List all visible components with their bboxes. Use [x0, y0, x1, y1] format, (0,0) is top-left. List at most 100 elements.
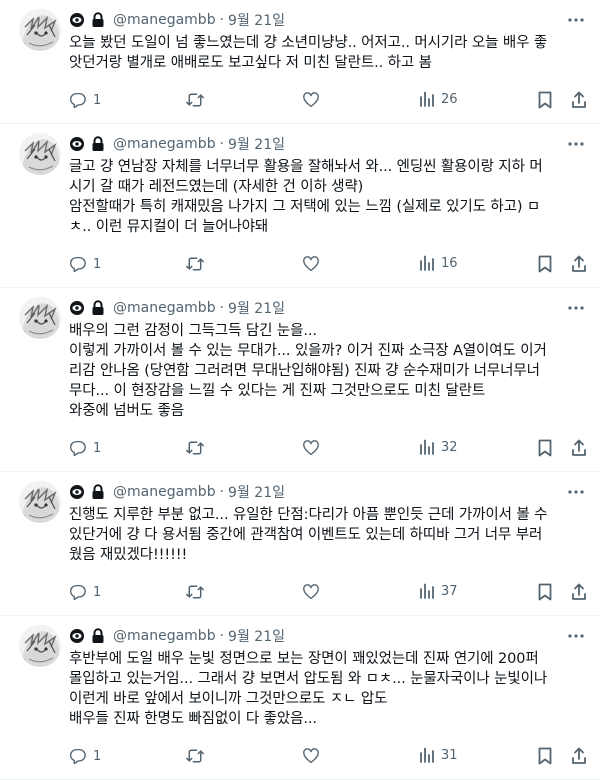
avatar[interactable]: [19, 9, 61, 51]
retweet-button[interactable]: [185, 747, 211, 765]
retweet-button[interactable]: [185, 583, 211, 601]
avatar[interactable]: [19, 481, 61, 523]
avatar[interactable]: [19, 625, 61, 667]
tweet-text-line: 리감 안나옴 (당연함 그러려면 무대난입해야됨) 진짜 걍 순수재미가 너무너…: [69, 363, 540, 379]
tweet[interactable]: @manegambb · 9월 21일 오늘 봤던 도일이 넘 좋느였는데 걍 …: [0, 0, 600, 124]
tweet-header: @manegambb · 9월 21일: [69, 626, 576, 646]
tweet-text-line: 이런게 바로 앞에서 보이니까 그것만으로도 ㅈㄴ 압도: [69, 691, 388, 707]
tweet-text-line: 웠음 재밌겠다!!!!!!: [69, 547, 188, 563]
more-options-icon[interactable]: [566, 134, 586, 154]
lock-icon: [91, 12, 105, 28]
reply-icon: [69, 747, 87, 765]
tweet-text: 진행도 지루한 부분 없고... 유일한 단점:다리가 아픔 뿐인듯 근데 가까…: [69, 505, 576, 565]
lock-icon: [91, 484, 105, 500]
tweet-text-line: 시기 갈 때가 레전드였는데 (자세한 건 이하 생략): [69, 179, 364, 195]
views-button[interactable]: 26: [419, 91, 458, 107]
bookmark-button[interactable]: [537, 747, 553, 765]
tweet-text-line: 무다... 이 현장감을 느낄 수 있다는 게 진짜 그것만으로도 미친 달란트: [69, 383, 486, 399]
heart-icon: [302, 439, 320, 457]
bookmark-icon: [537, 255, 553, 273]
share-button[interactable]: [571, 439, 587, 457]
reply-icon: [69, 583, 87, 601]
tweet[interactable]: @manegambb · 9월 21일 진행도 지루한 부분 없고... 유일한…: [0, 472, 600, 616]
bookmark-icon: [537, 439, 553, 457]
heart-icon: [302, 583, 320, 601]
more-options-icon[interactable]: [566, 10, 586, 30]
reply-count: 1: [93, 256, 102, 272]
views-button[interactable]: 37: [419, 583, 458, 599]
share-icon: [571, 747, 587, 765]
reply-count: 1: [93, 748, 102, 764]
bookmark-button[interactable]: [537, 91, 553, 109]
retweet-icon: [185, 91, 205, 109]
reply-icon: [69, 255, 87, 273]
user-handle[interactable]: @manegambb: [113, 484, 216, 500]
reply-button[interactable]: 1: [69, 747, 101, 765]
views-chart-icon: [419, 439, 435, 455]
reply-button[interactable]: 1: [69, 439, 101, 457]
reply-count: 1: [93, 584, 102, 600]
retweet-button[interactable]: [185, 255, 211, 273]
heart-icon: [302, 255, 320, 273]
dot-separator: ·: [219, 12, 225, 28]
tweet-date[interactable]: 9월 21일: [228, 626, 285, 646]
tweet[interactable]: @manegambb · 9월 21일 후반부에 도일 배우 눈빛 정면으로 보…: [0, 616, 600, 780]
retweet-button[interactable]: [185, 91, 211, 109]
avatar[interactable]: [19, 133, 61, 175]
like-button[interactable]: [302, 747, 326, 765]
tweet-date[interactable]: 9월 21일: [228, 134, 285, 154]
reply-count: 1: [93, 92, 102, 108]
user-handle[interactable]: @manegambb: [113, 628, 216, 644]
tweet-text: 오늘 봤던 도일이 넘 좋느였는데 걍 소년미냥냥.. 어저고.. 머시기라 오…: [69, 33, 576, 73]
avatar[interactable]: [19, 297, 61, 339]
bookmark-button[interactable]: [537, 439, 553, 457]
bookmark-icon: [537, 583, 553, 601]
share-button[interactable]: [571, 255, 587, 273]
views-button[interactable]: 16: [419, 255, 458, 271]
tweet-date[interactable]: 9월 21일: [228, 298, 285, 318]
reply-button[interactable]: 1: [69, 91, 101, 109]
user-handle[interactable]: @manegambb: [113, 136, 216, 152]
more-options-icon[interactable]: [566, 626, 586, 646]
like-button[interactable]: [302, 91, 326, 109]
views-button[interactable]: 32: [419, 439, 458, 455]
views-chart-icon: [419, 255, 435, 271]
user-handle[interactable]: @manegambb: [113, 300, 216, 316]
tweet-header: @manegambb · 9월 21일: [69, 298, 576, 318]
heart-icon: [302, 747, 320, 765]
tweet-text-line: 이렇게 가까이서 볼 수 있는 무대가... 있을까? 이거 진짜 소극장 A열…: [69, 343, 547, 359]
tweet-text-line: 진행도 지루한 부분 없고... 유일한 단점:다리가 아픔 뿐인듯 근데 가까…: [69, 507, 548, 523]
views-chart-icon: [419, 583, 435, 599]
tweet-date[interactable]: 9월 21일: [228, 482, 285, 502]
like-button[interactable]: [302, 439, 326, 457]
bookmark-button[interactable]: [537, 255, 553, 273]
views-button[interactable]: 31: [419, 747, 458, 763]
tweet-actions: 1 26: [69, 79, 586, 123]
user-handle[interactable]: @manegambb: [113, 12, 216, 28]
dot-separator: ·: [219, 628, 225, 644]
share-icon: [571, 439, 587, 457]
more-options-icon[interactable]: [566, 298, 586, 318]
dot-separator: ·: [219, 136, 225, 152]
share-button[interactable]: [571, 91, 587, 109]
retweet-button[interactable]: [185, 439, 211, 457]
tweet-text-line: 배우의 그런 감정이 그득그득 담긴 눈을...: [69, 323, 317, 339]
more-options-icon[interactable]: [566, 482, 586, 502]
like-button[interactable]: [302, 583, 326, 601]
bookmark-button[interactable]: [537, 583, 553, 601]
tweet-date[interactable]: 9월 21일: [228, 10, 285, 30]
share-button[interactable]: [571, 747, 587, 765]
views-chart-icon: [419, 747, 435, 763]
reply-count: 1: [93, 440, 102, 456]
like-button[interactable]: [302, 255, 326, 273]
tweet-text-line: 있단거에 걍 다 용서됨 중간에 관객참여 이벤트도 있는데 하띠바 그거 너무…: [69, 527, 543, 543]
reply-button[interactable]: 1: [69, 255, 101, 273]
eye-icon: [69, 628, 85, 644]
share-icon: [571, 255, 587, 273]
reply-button[interactable]: 1: [69, 583, 101, 601]
share-button[interactable]: [571, 583, 587, 601]
tweet[interactable]: @manegambb · 9월 21일 글고 걍 연남장 자체를 너무너무 활용…: [0, 124, 600, 288]
dot-separator: ·: [219, 484, 225, 500]
tweet[interactable]: @manegambb · 9월 21일 배우의 그런 감정이 그득그득 담긴 눈…: [0, 288, 600, 472]
tweet-text: 글고 걍 연남장 자체를 너무너무 활용을 잘해놔서 와... 엔딩씬 활용이랑…: [69, 157, 576, 237]
